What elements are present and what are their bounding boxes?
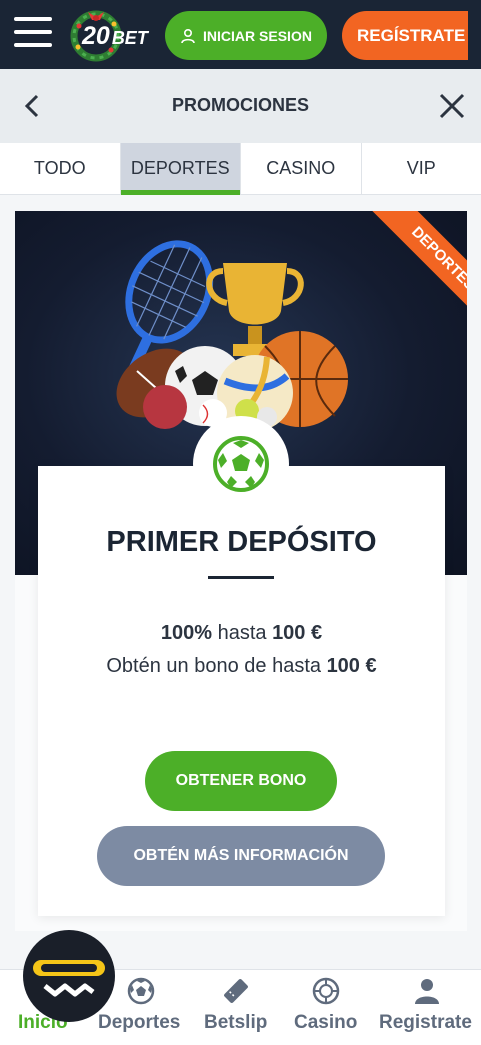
page-title: PROMOCIONES bbox=[171, 95, 309, 115]
hamburger-menu-icon[interactable] bbox=[14, 17, 52, 51]
user-icon bbox=[415, 979, 439, 1004]
logo-number: 20 bbox=[82, 22, 110, 50]
nav-casino[interactable]: Casino bbox=[290, 970, 366, 1045]
promo-line-1: 100% hasta 100 € bbox=[38, 622, 445, 645]
nav-label-registrate: Registrate bbox=[379, 1012, 472, 1033]
promo-line-2: Obtén un bono de hasta 100 € bbox=[38, 655, 445, 678]
promo-line-2-text: Obtén un bono de hasta bbox=[106, 655, 327, 677]
roulette-icon bbox=[312, 977, 340, 1005]
promo-percent: 100% bbox=[160, 622, 213, 644]
chat-button[interactable] bbox=[23, 930, 115, 1022]
soccer-badge bbox=[193, 416, 289, 512]
more-info-button[interactable]: OBTÉN MÁS INFORMACIÓN bbox=[97, 826, 385, 886]
tab-vip[interactable]: VIP bbox=[362, 143, 481, 194]
ticket-icon bbox=[224, 979, 248, 1003]
get-bonus-button[interactable]: OBTENER BONO bbox=[145, 751, 337, 811]
tab-casino[interactable]: CASINO bbox=[241, 143, 362, 194]
nav-registrate[interactable]: Registrate bbox=[376, 970, 480, 1045]
nav-label-betslip: Betslip bbox=[204, 1012, 268, 1033]
tab-deportes[interactable]: DEPORTES bbox=[120, 143, 241, 195]
promo-title: PRIMER DEPÓSITO bbox=[106, 526, 377, 558]
nav-betslip[interactable]: Betslip bbox=[198, 970, 274, 1045]
login-button[interactable]: INICIAR SESION bbox=[165, 11, 327, 60]
promo-line-1-text: hasta bbox=[212, 622, 273, 644]
category-tabs: TODO DEPORTES CASINO VIP bbox=[0, 143, 481, 195]
tab-todo[interactable]: TODO bbox=[0, 143, 121, 194]
title-divider bbox=[208, 576, 274, 579]
soccer-ball-icon bbox=[127, 977, 155, 1005]
promo-info-panel: PRIMER DEPÓSITO 100% hasta 100 € Obtén u… bbox=[38, 466, 445, 916]
promo-line-2-amount: 100 € bbox=[326, 655, 377, 677]
top-bar: 20 BET INICIAR SESION REGÍSTRATE bbox=[0, 0, 481, 69]
register-button[interactable]: REGÍSTRATE bbox=[342, 11, 468, 60]
soccer-ball-icon bbox=[213, 436, 269, 492]
login-label: INICIAR SESION bbox=[203, 27, 312, 44]
user-icon bbox=[181, 28, 195, 43]
close-icon[interactable] bbox=[437, 91, 467, 121]
page-header: PROMOCIONES bbox=[0, 69, 481, 143]
logo-bet-text: BET bbox=[111, 28, 148, 48]
promo-line-1-amount: 100 € bbox=[272, 622, 323, 644]
nav-label-casino: Casino bbox=[294, 1012, 358, 1033]
logo-text: 20 BET bbox=[82, 22, 148, 51]
chat-mascot-icon bbox=[33, 960, 105, 997]
